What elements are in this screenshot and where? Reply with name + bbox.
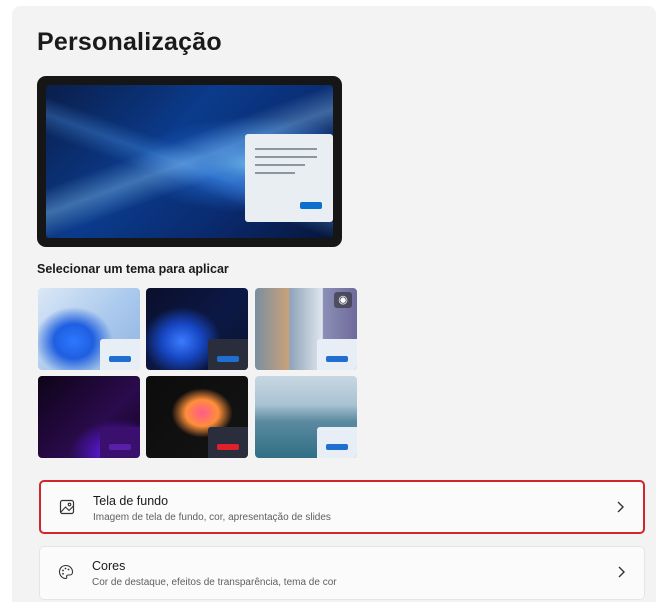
theme-windows-dark[interactable] <box>146 288 248 370</box>
preview-window <box>245 134 333 222</box>
camera-icon: ◉ <box>334 292 352 308</box>
theme-preview <box>37 76 342 247</box>
theme-windows-light[interactable] <box>38 288 140 370</box>
page-title: Personalização <box>37 28 222 56</box>
chevron-right-icon <box>614 565 628 579</box>
card-subtitle: Imagem de tela de fundo, cor, apresentaç… <box>93 512 331 523</box>
theme-captured-motion[interactable] <box>146 376 248 458</box>
card-cores[interactable]: Cores Cor de destaque, efeitos de transp… <box>39 546 645 600</box>
card-title: Tela de fundo <box>93 494 169 508</box>
card-tela-de-fundo[interactable]: Tela de fundo Imagem de tela de fundo, c… <box>39 480 645 534</box>
card-title: Cores <box>92 559 126 573</box>
chevron-right-icon <box>613 500 627 514</box>
settings-window: Personalização Selecionar um tema para a… <box>12 6 656 602</box>
preview-desktop <box>46 85 333 238</box>
theme-flow[interactable] <box>255 376 357 458</box>
theme-windows-spotlight[interactable]: ◉ <box>255 288 357 370</box>
theme-glow[interactable] <box>38 376 140 458</box>
palette-icon <box>56 562 76 582</box>
card-subtitle: Cor de destaque, efeitos de transparênci… <box>92 577 337 588</box>
image-icon <box>57 497 77 517</box>
themes-label: Selecionar um tema para aplicar <box>37 262 229 276</box>
